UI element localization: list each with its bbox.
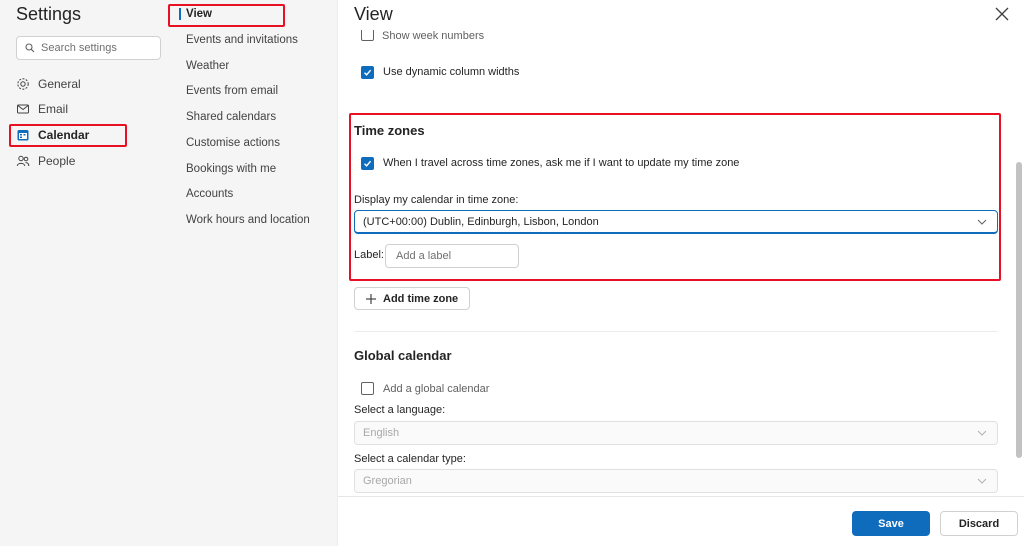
search-settings-input[interactable]: Search settings xyxy=(16,36,161,60)
select-language-label: Select a language: xyxy=(354,404,446,416)
subnav-item-bookings-with-me[interactable]: Bookings with me xyxy=(186,160,276,178)
subnav-item-work-hours-and-location[interactable]: Work hours and location xyxy=(186,211,310,229)
settings-nav-pane: Settings Search settings General Email C… xyxy=(0,0,172,546)
nav-item-label: Email xyxy=(38,102,69,116)
nav-item-label: General xyxy=(38,77,81,91)
subnav-item-events-and-invitations[interactable]: Events and invitations xyxy=(186,31,298,49)
subnav-item-accounts[interactable]: Accounts xyxy=(186,185,233,203)
scrollbar-thumb[interactable] xyxy=(1016,162,1022,458)
checkmark-icon xyxy=(364,160,372,167)
plus-icon xyxy=(366,293,376,304)
scrollbar[interactable] xyxy=(1014,30,1024,496)
add-time-zone-label: Add time zone xyxy=(383,292,459,305)
nav-item-people[interactable]: People xyxy=(16,150,75,172)
nav-item-email[interactable]: Email xyxy=(16,98,68,120)
subnav-item-customise-actions[interactable]: Customise actions xyxy=(186,134,280,152)
travel-time-zone-checkbox[interactable] xyxy=(361,157,374,170)
calendar-subnav-pane: View Events and invitations Weather Even… xyxy=(168,0,338,546)
global-calendar-heading: Global calendar xyxy=(354,348,452,363)
nav-item-calendar[interactable]: Calendar xyxy=(16,124,89,146)
chevron-down-icon xyxy=(977,478,987,484)
dynamic-widths-checkbox[interactable] xyxy=(361,66,374,79)
page-title: View xyxy=(354,4,393,24)
label-placeholder: Add a label xyxy=(396,250,452,262)
add-time-zone-button[interactable]: Add time zone xyxy=(354,287,470,310)
time-zone-dropdown[interactable]: (UTC+00:00) Dublin, Edinburgh, Lisbon, L… xyxy=(354,210,998,234)
show-week-numbers-row: Show week numbers xyxy=(354,30,994,46)
mail-icon xyxy=(17,104,29,114)
gear-icon xyxy=(17,78,29,90)
search-placeholder: Search settings xyxy=(41,42,117,54)
display-time-zone-label: Display my calendar in time zone: xyxy=(354,194,519,206)
language-value: English xyxy=(363,427,400,439)
subnav-item-shared-calendars[interactable]: Shared calendars xyxy=(186,108,276,126)
section-divider xyxy=(354,331,998,332)
calendar-icon xyxy=(17,130,29,141)
view-settings-content: View Show week numbers Use dynamic colum… xyxy=(338,0,1024,546)
show-week-numbers-checkbox[interactable] xyxy=(361,30,374,41)
time-zone-value: (UTC+00:00) Dublin, Edinburgh, Lisbon, L… xyxy=(363,215,599,228)
select-calendar-type-label: Select a calendar type: xyxy=(354,453,466,465)
save-button[interactable]: Save xyxy=(852,511,930,536)
calendar-type-value: Gregorian xyxy=(363,475,412,487)
add-global-calendar-label: Add a global calendar xyxy=(383,383,490,395)
close-icon xyxy=(995,7,1009,21)
people-icon xyxy=(16,155,30,167)
nav-item-label: Calendar xyxy=(38,128,90,142)
language-dropdown[interactable]: English xyxy=(354,421,998,445)
time-zones-heading: Time zones xyxy=(354,123,425,138)
dynamic-widths-label: Use dynamic column widths xyxy=(383,66,520,78)
nav-item-label: People xyxy=(38,154,76,168)
search-icon xyxy=(25,43,35,53)
time-zone-label-input[interactable]: Add a label xyxy=(385,244,519,268)
nav-item-general[interactable]: General xyxy=(16,73,81,95)
close-button[interactable] xyxy=(990,2,1014,26)
show-week-numbers-label: Show week numbers xyxy=(382,30,485,42)
settings-title: Settings xyxy=(16,4,82,24)
chevron-down-icon xyxy=(977,430,987,436)
discard-button[interactable]: Discard xyxy=(940,511,1018,536)
footer-actions: Save Discard xyxy=(338,496,1024,546)
time-zone-label-caption: Label: xyxy=(354,249,384,261)
calendar-type-dropdown[interactable]: Gregorian xyxy=(354,469,998,493)
add-global-calendar-checkbox[interactable] xyxy=(361,382,374,395)
chevron-down-icon xyxy=(977,219,987,225)
checkmark-icon xyxy=(364,69,372,76)
subnav-item-view[interactable]: View xyxy=(179,5,212,23)
subnav-item-events-from-email[interactable]: Events from email xyxy=(186,82,278,100)
subnav-item-weather[interactable]: Weather xyxy=(186,57,229,75)
travel-time-zone-label: When I travel across time zones, ask me … xyxy=(383,157,740,169)
